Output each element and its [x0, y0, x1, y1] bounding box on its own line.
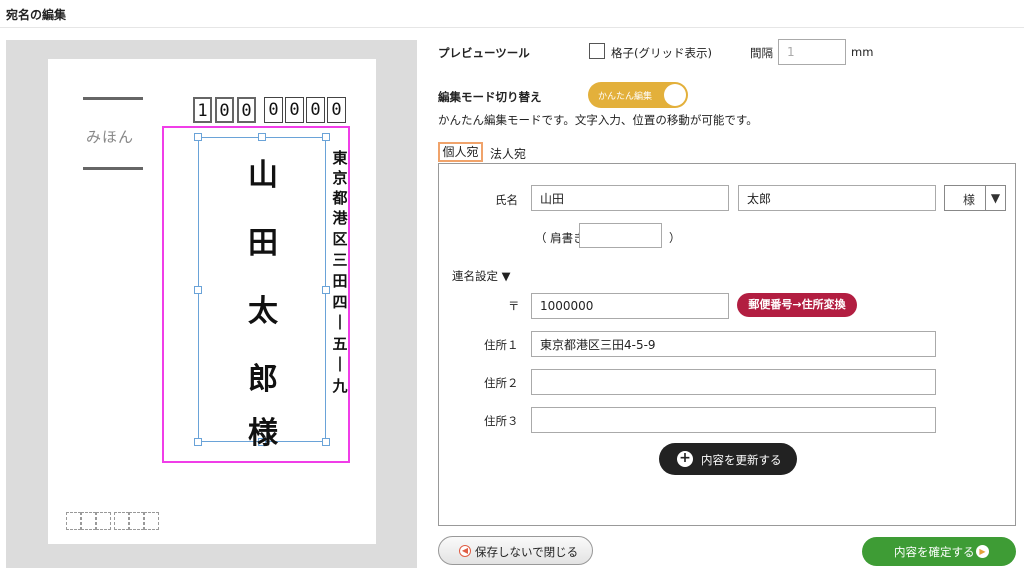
edit-mode-toggle[interactable]: かんたん編集: [588, 82, 688, 108]
first-name-input[interactable]: [738, 185, 936, 211]
postal-digit: 0: [306, 97, 325, 123]
back-arrow-icon: ◀: [459, 545, 471, 557]
name-char: 太: [248, 294, 278, 329]
sample-mark-line-top: [83, 97, 143, 100]
sender-postal-box: [66, 512, 81, 530]
postal-digit: 0: [237, 97, 256, 123]
resize-handle-top-right[interactable]: [322, 133, 330, 141]
address-char: |: [337, 354, 343, 372]
postal-digit: 0: [264, 97, 283, 123]
sender-postal-box: [144, 512, 159, 530]
resize-handle-top[interactable]: [258, 133, 266, 141]
postal-digit: 0: [215, 97, 234, 123]
preview-tool-label: プレビューツール: [438, 46, 530, 60]
resize-handle-top-left[interactable]: [194, 133, 202, 141]
edit-mode-description: かんたん編集モードです。文字入力、位置の移動が可能です。: [438, 113, 758, 127]
edit-mode-toggle-label: かんたん編集: [598, 92, 653, 102]
address-char: 四: [332, 293, 348, 311]
address-char: |: [337, 312, 343, 330]
page-title: 宛名の編集: [6, 8, 67, 22]
resize-handle-bottom-left[interactable]: [194, 438, 202, 446]
confirm-content-label: 内容を確定する: [894, 545, 975, 559]
sender-postal-box: [129, 512, 144, 530]
address-char: 三: [332, 251, 348, 269]
edit-mode-label: 編集モード切り替え: [438, 90, 542, 104]
title-input[interactable]: [579, 223, 662, 248]
header-divider: [0, 27, 1024, 28]
tab-personal[interactable]: 個人宛: [438, 142, 483, 162]
close-without-saving-button[interactable]: ◀ 保存しないで閉じる: [438, 536, 593, 565]
address-char: 都: [332, 189, 348, 207]
sender-postal-box: [81, 512, 96, 530]
name-label: 氏名: [495, 193, 518, 207]
name-char: 田: [248, 226, 278, 261]
address-char: 京: [332, 169, 348, 187]
sample-watermark: みほん: [86, 128, 135, 146]
interval-unit: mm: [851, 45, 874, 59]
resize-handle-bottom-right[interactable]: [322, 438, 330, 446]
address-char: 区: [332, 230, 348, 248]
address-char: 五: [332, 335, 348, 353]
address-char: 東: [332, 149, 348, 167]
confirm-content-button[interactable]: 内容を確定する ▶: [862, 537, 1016, 566]
grid-checkbox[interactable]: [589, 43, 605, 59]
dropdown-arrow-icon: ▼: [985, 186, 1005, 210]
tab-corporate[interactable]: 法人宛: [490, 145, 526, 162]
address-char: 九: [332, 377, 348, 395]
title-close-paren: ）: [669, 231, 681, 245]
grid-label[interactable]: 格子(グリッド表示): [611, 45, 712, 61]
name-char: 様: [248, 416, 278, 451]
sample-mark-line-bottom: [83, 167, 143, 170]
forward-arrow-icon: ▶: [976, 545, 989, 558]
honorific-value: 様: [963, 193, 976, 207]
postal-code-input[interactable]: [531, 293, 729, 319]
interval-label: 間隔: [750, 46, 773, 60]
sender-postal-box: [96, 512, 111, 530]
postal-to-address-button[interactable]: 郵便番号→住所変換: [737, 293, 857, 317]
last-name-input[interactable]: [531, 185, 729, 211]
postal-digit: 0: [285, 97, 304, 123]
sender-postal-box: [114, 512, 129, 530]
address3-input[interactable]: [531, 407, 936, 433]
address-char: 田: [332, 272, 348, 290]
close-without-saving-label: 保存しないで閉じる: [475, 545, 579, 559]
name-char: 山: [248, 158, 278, 193]
resize-handle-right[interactable]: [322, 286, 330, 294]
interval-input[interactable]: [778, 39, 846, 65]
postal-mark-label: 〒: [508, 299, 520, 313]
postal-digit: 0: [327, 97, 346, 123]
address1-input[interactable]: [531, 331, 936, 357]
update-content-label: 内容を更新する: [701, 453, 782, 467]
address1-label: 住所１: [484, 338, 519, 352]
address2-input[interactable]: [531, 369, 936, 395]
name-char: 郎: [248, 362, 278, 397]
postal-digit: 1: [193, 97, 212, 123]
update-content-button[interactable]: + 内容を更新する: [659, 443, 797, 475]
plus-circle-icon: +: [677, 451, 693, 467]
toggle-knob: [664, 84, 686, 106]
joint-names-toggle[interactable]: 連名設定 ▼: [452, 268, 511, 284]
resize-handle-left[interactable]: [194, 286, 202, 294]
address-char: 港: [332, 209, 348, 227]
address2-label: 住所２: [484, 376, 519, 390]
honorific-select[interactable]: 様 ▼: [944, 185, 1006, 211]
address3-label: 住所３: [484, 414, 519, 428]
title-label: （ 肩書き: [535, 231, 585, 245]
